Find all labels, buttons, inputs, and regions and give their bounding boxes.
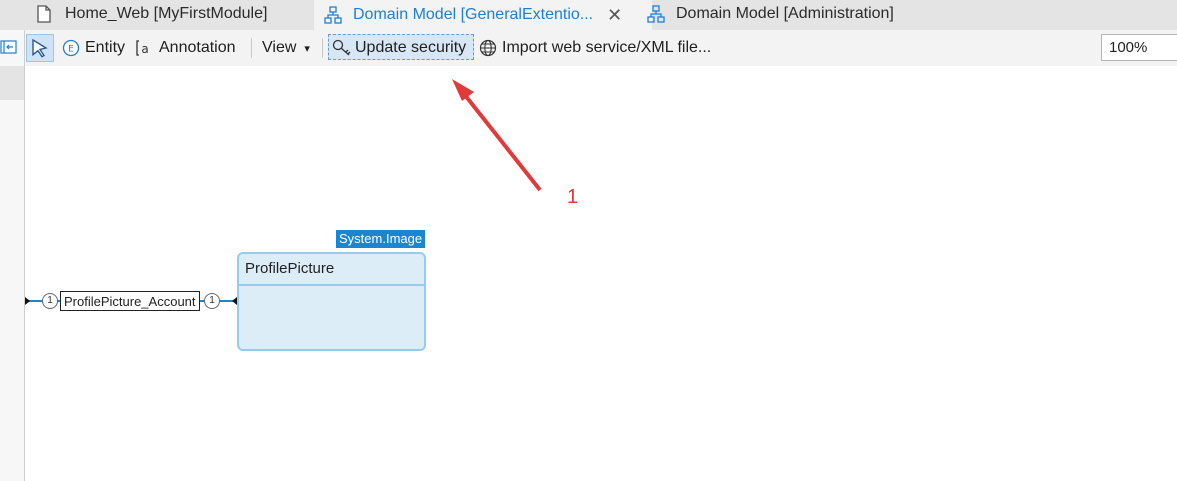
annotation-number: 1 [567,186,579,208]
generalization-badge: System.Image [336,230,426,248]
annotation-arrow-head [452,79,474,101]
entity-profilepicture[interactable]: ProfilePicture [237,252,426,351]
annotation-arrow [455,83,542,192]
entity-name: ProfilePicture [239,254,424,286]
multiplicity-right: 1 [204,293,220,309]
association-endpoint-left [25,297,30,305]
association-label[interactable]: ProfilePicture_Account [60,291,200,311]
multiplicity-left: 1 [42,293,58,309]
diagram-connectors [25,79,542,305]
